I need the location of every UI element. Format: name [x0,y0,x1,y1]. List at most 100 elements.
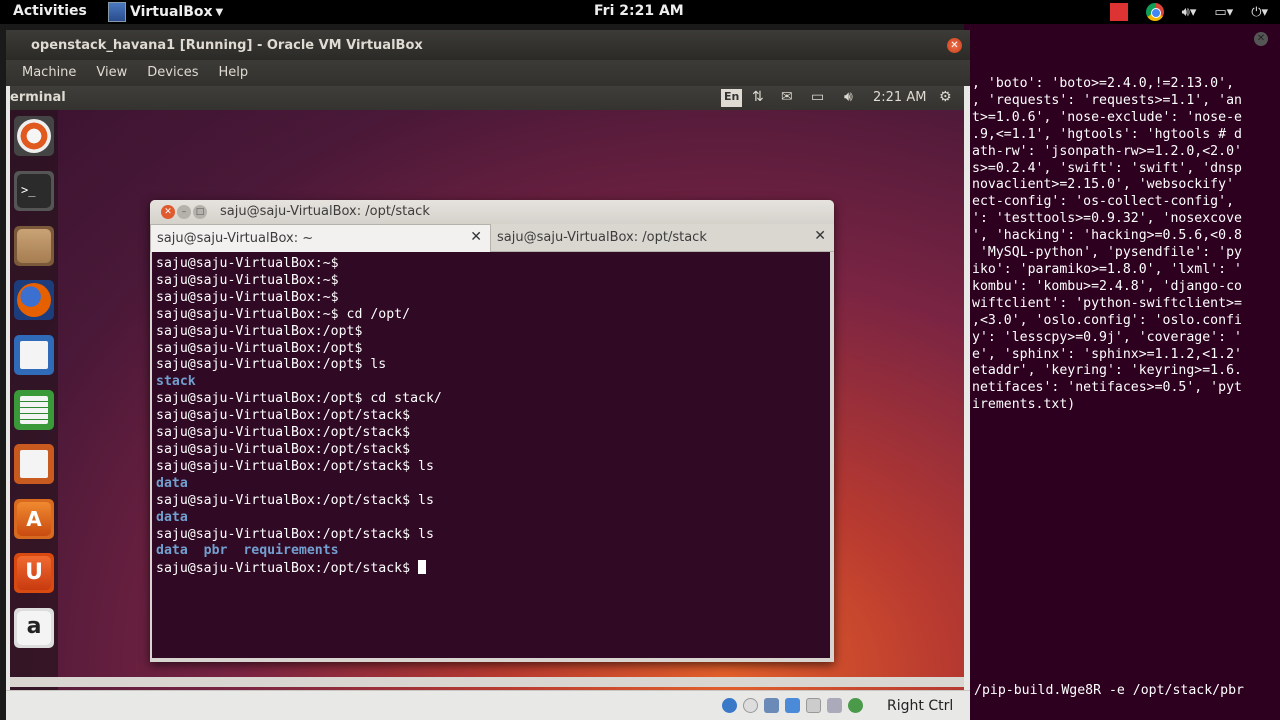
terminal-line: saju@saju-VirtualBox:~$ cd /opt/ [156,306,411,322]
host-terminal-line: iko': 'paramiko>=1.8.0', 'lxml': ' [972,261,1242,277]
volume-icon[interactable]: 🔊︎▾ [1182,5,1197,20]
chrome-icon[interactable] [1145,3,1164,21]
host-terminal-line: .9,<=1.1', 'hgtools': 'hgtools # d [972,126,1242,142]
terminal-line: data [156,509,188,525]
close-icon[interactable]: ✕ [161,205,175,219]
terminal-line: saju@saju-VirtualBox:/opt/stack$ [156,560,442,578]
window-title: openstack_havana1 [Running] - Oracle VM … [31,38,423,53]
guest-screen[interactable]: erminal En ⇅ ✉ ▭ 🔊︎ 2:21 AM ⚙ >_ A U a ✕… [10,86,964,704]
optical-drive-icon[interactable] [743,698,758,713]
status-bar: Right Ctrl [6,690,970,720]
shared-folder-icon[interactable] [806,698,821,713]
battery-icon[interactable]: ▭▾ [1214,5,1233,20]
keyboard-indicator[interactable]: En [721,89,743,107]
host-terminal-line: wiftclient': 'python-swiftclient>= [972,295,1242,311]
host-terminal-line: e', 'sphinx': 'sphinx>=1.1.2,<1.2' [972,346,1242,362]
writer-icon[interactable] [14,335,54,375]
activities-button[interactable]: Activities [13,3,87,19]
dash-icon[interactable] [14,116,54,156]
tab-home[interactable]: saju@saju-VirtualBox: ~ ✕ [150,224,491,252]
terminal-screen[interactable]: saju@saju-VirtualBox:~$ saju@saju-Virtual… [152,252,830,658]
host-terminal-line: irements.txt) [972,397,1076,413]
text-cursor [418,560,427,575]
firefox-icon[interactable] [14,280,54,320]
app-menu-label: VirtualBox [130,4,213,20]
display-icon[interactable] [827,698,842,713]
terminal-line: saju@saju-VirtualBox:~$ [156,289,339,305]
tab-opt-stack[interactable]: saju@saju-VirtualBox: /opt/stack ✕ [491,224,834,252]
host-terminal-line: y': 'lesscpy>=0.9j', 'coverage': ' [972,329,1242,345]
host-terminal-line: t>=1.0.6', 'nose-exclude': 'nose-e [972,109,1242,125]
mail-icon[interactable]: ✉ [781,89,793,107]
window-titlebar[interactable]: openstack_havana1 [Running] - Oracle VM … [6,30,970,60]
usb-icon[interactable] [764,698,779,713]
system-tray: 🔊︎▾ ▭▾ ⏻▾ [1109,2,1268,22]
terminal-line: saju@saju-VirtualBox:~$ [156,272,339,288]
close-icon[interactable]: ✕ [947,38,962,53]
close-icon[interactable]: ✕ [814,228,826,244]
network-icon[interactable] [785,698,800,713]
guest-app-name: erminal [10,90,66,105]
host-terminal-bottom-line: /pip-build.Wge8R -e /opt/stack/pbr [974,683,1244,698]
clock[interactable]: Fri 2:21 AM [594,3,684,19]
host-terminal-line: ', 'hacking': 'hacking>=0.5.6,<0.8 [972,228,1242,244]
battery-icon[interactable]: ▭ [811,89,824,107]
maximize-icon[interactable]: □ [193,205,207,219]
terminal-output: saju@saju-VirtualBox:~$ saju@saju-Virtual… [156,256,442,578]
impress-icon[interactable] [14,444,54,484]
menu-devices[interactable]: Devices [137,60,208,86]
volume-icon[interactable]: 🔊︎ [844,89,853,107]
app-menu[interactable]: VirtualBox ▼ [108,1,223,23]
terminal-titlebar[interactable]: ✕ – □ saju@saju-VirtualBox: /opt/stack [150,200,834,224]
terminal-line: saju@saju-VirtualBox:/opt/stack$ [156,441,411,457]
power-icon[interactable]: ⏻▾ [1251,5,1268,20]
terminal-line: data [156,475,188,491]
tab-label: saju@saju-VirtualBox: ~ [157,231,314,246]
amazon-icon[interactable]: a [14,608,54,648]
close-icon[interactable]: ✕ [470,229,482,245]
guest-top-panel: erminal En ⇅ ✉ ▭ 🔊︎ 2:21 AM ⚙ [10,86,964,110]
minimize-icon[interactable]: – [177,205,191,219]
host-terminal-line: ,<3.0', 'oslo.config': 'oslo.confi [972,312,1242,328]
host-terminal-line: etaddr', 'keyring': 'keyring>=1.6. [972,363,1242,379]
mouse-integration-icon[interactable] [848,698,863,713]
ubuntu-one-icon[interactable]: U [14,553,54,593]
close-icon[interactable]: ✕ [1254,32,1268,46]
files-icon[interactable] [14,226,54,266]
host-terminal: ✕ , 'boto': 'boto>=2.4.0,!=2.13.0',, 're… [964,24,1280,720]
red-square-icon[interactable] [1109,3,1128,21]
host-terminal-line: novaclient>=2.15.0', 'websockify' [972,177,1235,193]
virtualbox-window: openstack_havana1 [Running] - Oracle VM … [6,30,970,720]
host-terminal-line: ': 'testtools>=0.9.32', 'nosexcove [972,211,1242,227]
terminal-line: saju@saju-VirtualBox:/opt/stack$ ls [156,458,434,474]
host-top-bar: Activities VirtualBox ▼ Fri 2:21 AM 🔊︎▾ … [0,0,1280,24]
horizontal-scrollbar[interactable] [10,677,964,687]
menu-help[interactable]: Help [209,60,259,86]
gear-icon[interactable]: ⚙ [939,89,952,107]
host-terminal-line: netifaces': 'netifaces>=0.5', 'pyt [972,380,1242,396]
terminal-line: saju@saju-VirtualBox:/opt/stack$ [156,425,411,441]
host-key-label: Right Ctrl [887,698,954,714]
terminal-line: saju@saju-VirtualBox:~$ [156,256,339,271]
terminal-line: saju@saju-VirtualBox:/opt$ cd stack/ [156,391,442,407]
software-center-icon[interactable]: A [14,499,54,539]
terminal-line: saju@saju-VirtualBox:/opt$ ls [156,357,387,373]
terminal-window: ✕ – □ saju@saju-VirtualBox: /opt/stack s… [150,200,834,662]
calc-icon[interactable] [14,390,54,430]
network-icon[interactable]: ⇅ [752,89,764,107]
terminal-icon[interactable]: >_ [14,171,54,211]
terminal-line: saju@saju-VirtualBox:/opt/stack$ ls [156,526,434,542]
terminal-line: stack [156,374,196,390]
unity-launcher: >_ A U a [10,110,58,704]
virtualbox-icon [108,2,126,22]
host-terminal-line: kombu': 'kombu>=2.4.8', 'django-co [972,278,1242,294]
host-terminal-line: s>=0.2.4', 'swift': 'swift', 'dnsp [972,160,1242,176]
terminal-line: saju@saju-VirtualBox:/opt/stack$ [156,408,411,424]
terminal-line: saju@saju-VirtualBox:/opt/stack$ ls [156,492,434,508]
disk-icon[interactable] [722,698,737,713]
menu-machine[interactable]: Machine [6,60,86,86]
guest-clock[interactable]: 2:21 AM [873,90,926,108]
terminal-line: saju@saju-VirtualBox:/opt$ [156,340,363,356]
menu-view[interactable]: View [86,60,137,86]
terminal-title: saju@saju-VirtualBox: /opt/stack [220,204,430,219]
